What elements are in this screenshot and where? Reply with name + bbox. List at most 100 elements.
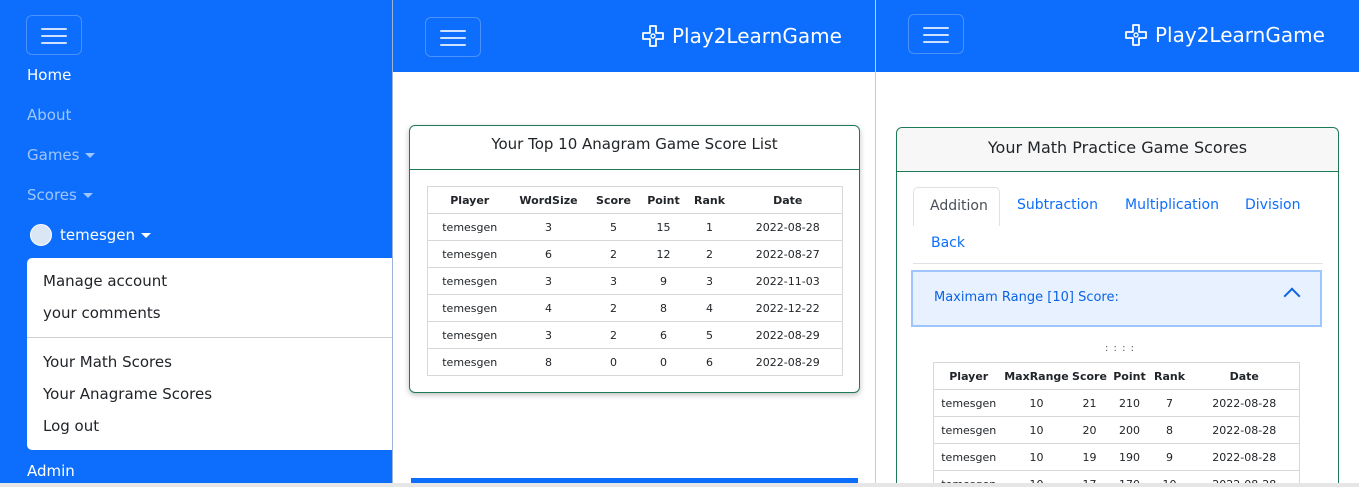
col-header: Date [1189, 362, 1300, 390]
col-header: Rank [1149, 362, 1190, 390]
dots-text: : : : : [1105, 343, 1136, 354]
tab-back[interactable]: Back [931, 235, 965, 251]
tab-multiplication[interactable]: Multiplication [1125, 197, 1219, 213]
table-row: temesgen 10 20 200 8 2022-08-28 [933, 416, 1300, 444]
table-cell: 10 [1003, 389, 1070, 417]
nav-panel: Home About Games Scores temesgen Manage … [0, 0, 393, 483]
table-cell: 2 [585, 321, 642, 349]
tab-subtraction[interactable]: Subtraction [1017, 197, 1098, 213]
table-header-row: Player WordSize Score Point Rank Date [427, 186, 843, 214]
col-header: Point [641, 186, 686, 214]
table-cell: 10 [1003, 443, 1070, 471]
col-header: Player [427, 186, 512, 214]
card-title: Your Math Practice Game Scores [987, 138, 1248, 157]
nav-scores-dropdown[interactable]: Scores [27, 186, 93, 204]
col-header: Date [733, 186, 843, 214]
anagram-score-card: Your Top 10 Anagram Game Score List Play… [409, 125, 860, 393]
table-cell: 2 [685, 240, 734, 268]
chevron-down-icon [85, 153, 96, 158]
chevron-down-icon [141, 232, 152, 238]
nav-scores-label: Scores [27, 186, 77, 204]
table-cell: 2022-08-28 [1189, 443, 1300, 471]
table-cell: 3 [511, 213, 586, 241]
table-cell: temesgen [427, 321, 512, 349]
brand-link[interactable]: Play2LearnGame [1125, 23, 1325, 47]
bottom-edge [0, 483, 1359, 487]
table-cell: 1 [685, 213, 734, 241]
table-cell: 9 [1149, 443, 1190, 471]
user-dropdown-toggle[interactable]: temesgen [30, 224, 152, 246]
menu-item-log-out[interactable]: Log out [43, 417, 99, 435]
table-cell: 2022-08-28 [1189, 416, 1300, 444]
table-cell: 21 [1069, 389, 1110, 417]
table-cell: temesgen [933, 443, 1004, 471]
menu-item-manage-account[interactable]: Manage account [43, 272, 167, 290]
menu-item-your-comments[interactable]: your comments [43, 304, 161, 322]
table-cell: 3 [585, 267, 642, 295]
table-cell: 4 [511, 294, 586, 322]
table-cell: 2022-08-28 [1189, 389, 1300, 417]
table-row: temesgen 10 21 210 7 2022-08-28 [933, 389, 1300, 417]
brand-link[interactable]: Play2LearnGame [642, 24, 842, 48]
table-cell: temesgen [427, 213, 512, 241]
table-row: temesgen 8 0 0 6 2022-08-29 [427, 348, 843, 376]
table-cell: 200 [1109, 416, 1150, 444]
math-score-table: Player MaxRange Score Point Rank Date te… [933, 362, 1300, 487]
brand-name: Play2LearnGame [672, 24, 842, 48]
table-cell: 6 [511, 240, 586, 268]
table-cell: 12 [641, 240, 686, 268]
user-dropdown-menu: Manage account your comments Your Math S… [27, 258, 393, 450]
table-row: temesgen 3 2 6 5 2022-08-29 [427, 321, 843, 349]
card-title: Your Top 10 Anagram Game Score List [491, 135, 778, 153]
table-cell: temesgen [427, 240, 512, 268]
nav-home-link[interactable]: Home [27, 66, 71, 84]
card-divider [897, 171, 1338, 172]
table-cell: 6 [685, 348, 734, 376]
navbar: Play2LearnGame [876, 0, 1359, 72]
table-cell: temesgen [427, 267, 512, 295]
table-cell: 15 [641, 213, 686, 241]
screenshot-root: Home About Games Scores temesgen Manage … [0, 0, 1359, 487]
table-cell: 10 [1003, 416, 1070, 444]
gamepad-plus-icon [642, 25, 664, 47]
chevron-up-icon [1283, 287, 1301, 305]
tab-division[interactable]: Division [1245, 197, 1300, 213]
table-cell: 19 [1069, 443, 1110, 471]
table-cell: 2022-08-27 [733, 240, 843, 268]
nav-games-label: Games [27, 146, 80, 164]
chevron-down-icon [82, 193, 93, 198]
tab-addition[interactable]: Addition [913, 187, 1000, 226]
card-divider [410, 169, 859, 170]
navbar-toggler-button[interactable] [26, 15, 82, 55]
table-cell: 3 [511, 267, 586, 295]
table-cell: 0 [585, 348, 642, 376]
navbar: Play2LearnGame [393, 0, 875, 72]
nav-games-dropdown[interactable]: Games [27, 146, 96, 164]
table-cell: 3 [685, 267, 734, 295]
table-cell: 8 [511, 348, 586, 376]
nav-admin-link[interactable]: Admin [27, 462, 75, 480]
table-cell: 2022-08-29 [733, 348, 843, 376]
table-cell: temesgen [933, 416, 1004, 444]
table-cell: 2022-12-22 [733, 294, 843, 322]
table-cell: 5 [585, 213, 642, 241]
gamepad-plus-icon [1125, 24, 1147, 46]
accordion-header-button[interactable]: Maximam Range [10] Score: [911, 270, 1322, 327]
menu-item-anagram-scores[interactable]: Your Anagrame Scores [43, 385, 212, 403]
table-cell: 3 [511, 321, 586, 349]
table-cell: 4 [685, 294, 734, 322]
table-cell: 0 [641, 348, 686, 376]
col-header: Score [1069, 362, 1110, 390]
anagram-score-table: Player WordSize Score Point Rank Date te… [427, 186, 843, 376]
anagram-panel: Play2LearnGame Your Top 10 Anagram Game … [392, 0, 875, 484]
col-header: Player [933, 362, 1004, 390]
navbar-toggler-button[interactable] [425, 17, 481, 57]
col-header: Rank [685, 186, 734, 214]
menu-item-math-scores[interactable]: Your Math Scores [43, 353, 172, 371]
table-cell: 6 [641, 321, 686, 349]
table-row: temesgen 6 2 12 2 2022-08-27 [427, 240, 843, 268]
nav-about-link[interactable]: About [27, 106, 71, 124]
table-cell: 2022-08-29 [733, 321, 843, 349]
navbar-toggler-button[interactable] [908, 14, 964, 54]
brand-name: Play2LearnGame [1155, 23, 1325, 47]
